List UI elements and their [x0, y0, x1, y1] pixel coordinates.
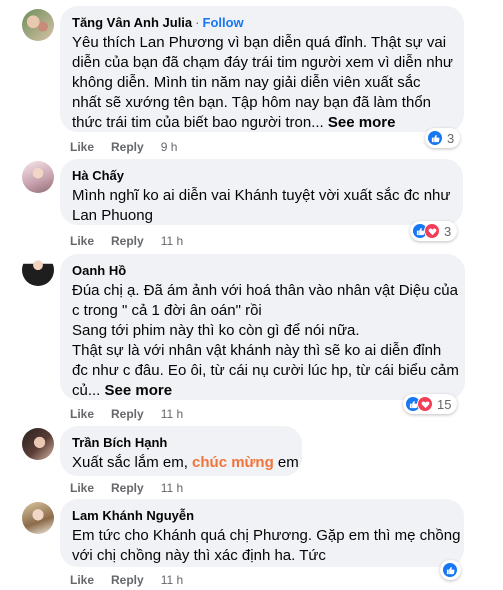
comment-line: Yêu thích Lan Phương vì bạn diễn quá đỉn…	[72, 34, 447, 51]
comment-timestamp[interactable]: 11 h	[161, 481, 183, 495]
comment-author[interactable]: Lam Khánh Nguyễn	[72, 508, 194, 523]
comment-line: diễn của bạn đã chạm đáy trái tim người …	[72, 54, 453, 71]
comment-bubble: Lam Khánh Nguyễn Em tức cho Khánh quá ch…	[60, 499, 464, 567]
comment-line-text: củ...	[72, 382, 101, 399]
like-reaction-icon	[427, 130, 443, 146]
comment-bubble: Tăng Vân Anh Julia · Follow Yêu thích Lan …	[60, 6, 464, 132]
comment-timestamp[interactable]: 11 h	[161, 234, 183, 248]
like-button[interactable]: Like	[70, 573, 94, 587]
comment-line: Đúa chị ạ. Đã ám ảnh với hoá thân vào nh…	[72, 282, 458, 299]
comment-actions: Like Reply 11 h	[70, 573, 183, 587]
highlighted-text: chúc mừng	[192, 454, 274, 471]
comment-line: không diễn. Mình tin năm nay giải diễn v…	[72, 74, 421, 91]
comment-line-text: Xuất sắc lắm em,	[72, 454, 193, 471]
separator-dot: ·	[195, 15, 200, 30]
comment-actions: Like Reply 11 h	[70, 234, 183, 248]
comment-line: Lan Phuong	[72, 207, 153, 224]
reaction-summary[interactable]: 3	[425, 128, 461, 148]
reaction-summary[interactable]: 15	[403, 394, 458, 414]
comment-line: nhất sẽ xướng tên bạn. Tập hôm nay bạn đ…	[72, 94, 432, 111]
comment-text: Em tức cho Khánh quá chị Phương. Gặp em …	[72, 526, 461, 566]
comment-line: đc như c đâu. Eo ôi, từ cái nụ cười lúc …	[72, 362, 459, 379]
comment-bubble: Hà Chấy Mình nghĩ ko ai diễn vai Khánh t…	[60, 159, 463, 225]
avatar[interactable]	[22, 254, 54, 286]
like-button[interactable]: Like	[70, 140, 94, 154]
comment-line-text: em	[273, 454, 299, 471]
comment-line: củ... See more	[72, 381, 453, 401]
reaction-count: 15	[437, 396, 452, 412]
see-more-link[interactable]: See more	[105, 382, 173, 399]
comment-line: với chị chồng này thì xác định ha. Tức	[72, 547, 326, 564]
comment-bubble: Trần Bích Hạnh Xuất sắc lắm em, chúc mừn…	[60, 426, 302, 476]
like-button[interactable]: Like	[70, 234, 94, 248]
see-more-link[interactable]: See more	[328, 114, 396, 131]
like-reaction-icon	[442, 562, 458, 578]
comment-actions: Like Reply 11 h	[70, 407, 183, 421]
comment-timestamp[interactable]: 11 h	[161, 407, 183, 421]
comment-line-text: thức trái tim của biết bao người tron...	[72, 114, 324, 131]
reply-button[interactable]: Reply	[111, 481, 144, 495]
comment-author[interactable]: Hà Chấy	[72, 168, 124, 183]
reaction-count: 3	[447, 130, 455, 146]
comment-line: thức trái tim của biết bao người tron...…	[72, 113, 452, 133]
comment-author[interactable]: Tăng Vân Anh Julia	[72, 15, 192, 30]
comment-author[interactable]: Trần Bích Hạnh	[72, 435, 167, 450]
reply-button[interactable]: Reply	[111, 407, 144, 421]
comment-author[interactable]: Oanh Hồ	[72, 263, 126, 278]
comment-timestamp[interactable]: 9 h	[161, 140, 178, 154]
comment-line: Em tức cho Khánh quá chị Phương. Gặp em …	[72, 527, 461, 544]
like-button[interactable]: Like	[70, 407, 94, 421]
comment-text: Xuất sắc lắm em, chúc mừng em	[72, 453, 299, 473]
reply-button[interactable]: Reply	[111, 573, 144, 587]
comment-line: Sang tới phim này thì ko còn gì để nói n…	[72, 322, 360, 339]
follow-button[interactable]: Follow	[203, 15, 244, 30]
love-reaction-icon	[417, 396, 433, 412]
comment-text: Đúa chị ạ. Đã ám ảnh với hoá thân vào nh…	[72, 281, 459, 401]
comment-line: Thật sự là với nhân vật khánh này thì sẽ…	[72, 342, 442, 359]
love-reaction-icon	[424, 223, 440, 239]
avatar[interactable]	[22, 9, 54, 41]
reply-button[interactable]: Reply	[111, 140, 144, 154]
avatar[interactable]	[22, 428, 54, 460]
comment-text: Yêu thích Lan Phương vì bạn diễn quá đỉn…	[72, 33, 453, 133]
avatar[interactable]	[22, 502, 54, 534]
reaction-summary[interactable]	[440, 560, 461, 580]
comment-bubble: Oanh Hồ Đúa chị ạ. Đã ám ảnh với hoá thâ…	[60, 254, 465, 400]
comment-timestamp[interactable]: 11 h	[161, 573, 183, 587]
comment-actions: Like Reply 9 h	[70, 140, 177, 154]
like-button[interactable]: Like	[70, 481, 94, 495]
reply-button[interactable]: Reply	[111, 234, 144, 248]
comment-text: Mình nghĩ ko ai diễn vai Khánh tuyệt vời…	[72, 186, 451, 226]
reaction-summary[interactable]: 3	[410, 221, 458, 241]
comment-line: Mình nghĩ ko ai diễn vai Khánh tuyệt vời…	[72, 187, 451, 204]
comment-line: Xuất sắc lắm em, chúc mừng em	[72, 453, 299, 473]
reaction-count: 3	[444, 223, 452, 239]
avatar[interactable]	[22, 161, 54, 193]
comment-actions: Like Reply 11 h	[70, 481, 183, 495]
comment-line: c trong " cả 1 đời ân oán" rồi	[72, 302, 262, 319]
